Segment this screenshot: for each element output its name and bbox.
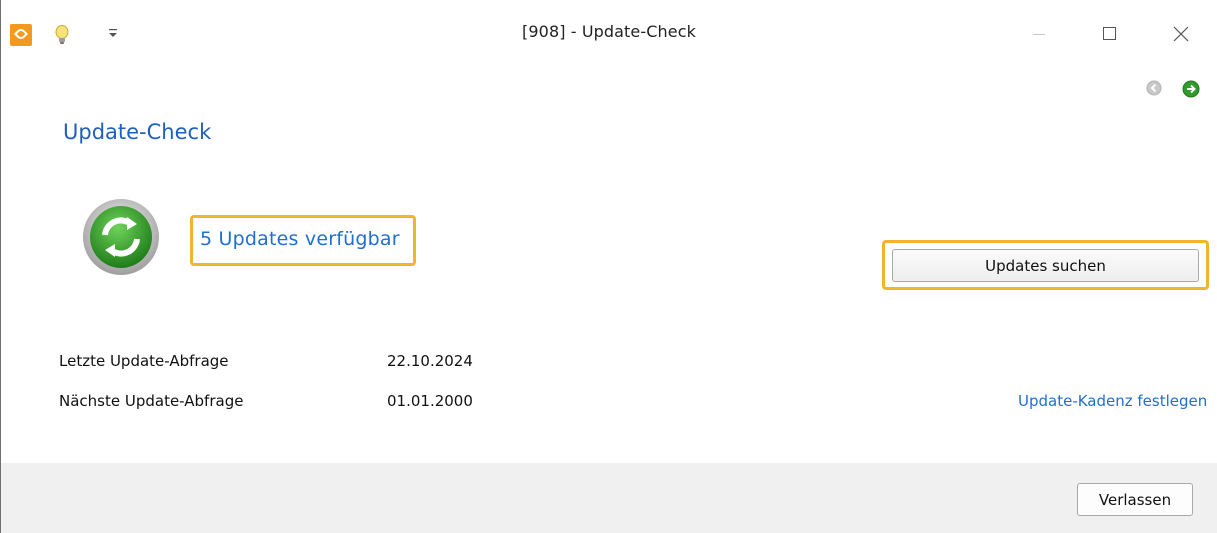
update-check-window: [908] - Update-Check Update-Check 5 Upda… [0,0,1217,533]
next-check-label: Nächste Update-Abfrage [59,392,244,410]
sync-arrows-icon [83,199,159,275]
title-bar: [908] - Update-Check [1,0,1217,60]
page-heading: Update-Check [63,120,212,144]
nav-forward-icon[interactable] [1182,80,1200,98]
last-check-value: 22.10.2024 [387,352,473,370]
search-updates-button[interactable]: Updates suchen [892,249,1199,282]
close-icon [1173,26,1189,42]
next-check-value: 01.01.2000 [387,392,473,410]
minimize-button[interactable] [1009,10,1069,56]
nav-back-icon[interactable] [1146,80,1162,96]
last-check-label: Letzte Update-Abfrage [59,352,229,370]
set-cadence-link[interactable]: Update-Kadenz festlegen [1018,392,1207,410]
close-button[interactable] [1151,10,1211,56]
updates-available-status: 5 Updates verfügbar [200,228,400,250]
leave-button[interactable]: Verlassen [1077,483,1193,516]
maximize-button[interactable] [1080,10,1140,56]
footer-bar [1,463,1217,533]
